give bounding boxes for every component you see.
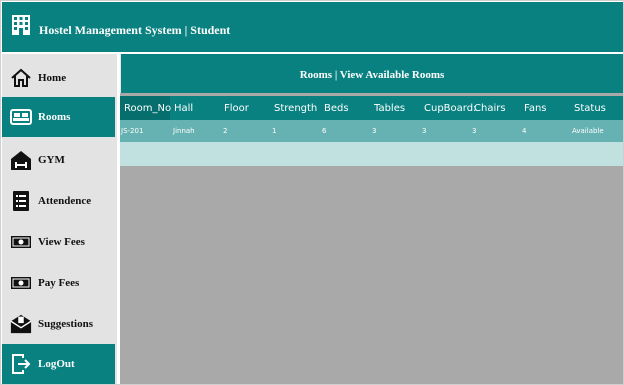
column-header-room-no[interactable]: Room_No — [120, 96, 171, 120]
cell-status[interactable]: Available — [572, 127, 604, 135]
sidebar-item-label: Rooms — [38, 111, 71, 123]
new-row-placeholder[interactable] — [120, 142, 623, 166]
sidebar-item-rooms[interactable]: Rooms — [2, 97, 115, 137]
sidebar-item-label: Suggestions — [38, 318, 94, 330]
clipboard-icon — [10, 190, 32, 212]
column-header-status[interactable]: Status — [574, 103, 606, 114]
sidebar-item-suggestions[interactable]: Suggestions — [2, 304, 115, 344]
column-header-hall[interactable]: Hall — [174, 103, 193, 114]
sidebar-item-label: Attendence — [38, 195, 92, 207]
cell-room-no[interactable]: JS-201 — [121, 127, 143, 135]
cell-fans[interactable]: 4 — [522, 127, 526, 135]
top-bar: Hostel Management System | Student — [2, 2, 623, 52]
column-header-strength[interactable]: Strength — [274, 103, 317, 114]
cell-cupboards[interactable]: 3 — [422, 127, 426, 135]
app-title: Hostel Management System | Student — [39, 23, 231, 37]
sidebar-item-label: View Fees — [38, 236, 85, 248]
sidebar-item-gym[interactable]: GYM — [2, 140, 115, 180]
sidebar-item-label: Home — [38, 72, 67, 84]
building-icon — [11, 14, 31, 36]
envelope-icon — [10, 313, 32, 335]
column-header-tables[interactable]: Tables — [374, 103, 405, 114]
column-header-cupboards[interactable]: CupBoard: — [424, 103, 476, 114]
table-header-row: Room_No Hall Floor Strength Beds Tables … — [120, 96, 623, 120]
column-header-fans[interactable]: Fans — [524, 103, 547, 114]
column-header-beds[interactable]: Beds — [324, 103, 349, 114]
sidebar-item-view-fees[interactable]: View Fees — [2, 222, 115, 262]
sidebar-item-attendence[interactable]: Attendence — [2, 181, 115, 221]
logout-button[interactable]: LogOut — [2, 344, 115, 384]
cell-chairs[interactable]: 3 — [472, 127, 476, 135]
app-window: Hostel Management System | Student Home — [0, 0, 624, 385]
cell-hall[interactable]: Jinnah — [173, 127, 195, 135]
sidebar-item-home[interactable]: Home — [2, 58, 115, 98]
main-panel: Rooms | View Available Rooms Room_No Hal… — [120, 54, 623, 384]
cell-beds[interactable]: 6 — [322, 127, 326, 135]
page-title: Rooms | View Available Rooms — [299, 69, 445, 81]
logout-icon — [10, 353, 32, 375]
sidebar-item-label: GYM — [38, 154, 65, 166]
home-icon — [10, 67, 32, 89]
gym-icon — [10, 149, 32, 171]
money-icon — [10, 231, 32, 253]
cell-strength[interactable]: 1 — [272, 127, 276, 135]
column-header-floor[interactable]: Floor — [224, 103, 249, 114]
sidebar-item-pay-fees[interactable]: Pay Fees — [2, 263, 115, 303]
column-header-chairs[interactable]: Chairs — [474, 103, 506, 114]
cell-tables[interactable]: 3 — [372, 127, 376, 135]
sidebar-item-label: Pay Fees — [38, 277, 80, 289]
table-row[interactable]: JS-201 Jinnah 2 1 6 3 3 3 4 Available — [120, 120, 623, 142]
cell-floor[interactable]: 2 — [223, 127, 227, 135]
bed-icon — [10, 106, 32, 128]
logout-label: LogOut — [38, 358, 75, 370]
page-header: Rooms | View Available Rooms — [120, 54, 623, 93]
sidebar: Home Rooms GYM Attendence View Fees Pay … — [2, 54, 117, 384]
money-icon — [10, 272, 32, 294]
